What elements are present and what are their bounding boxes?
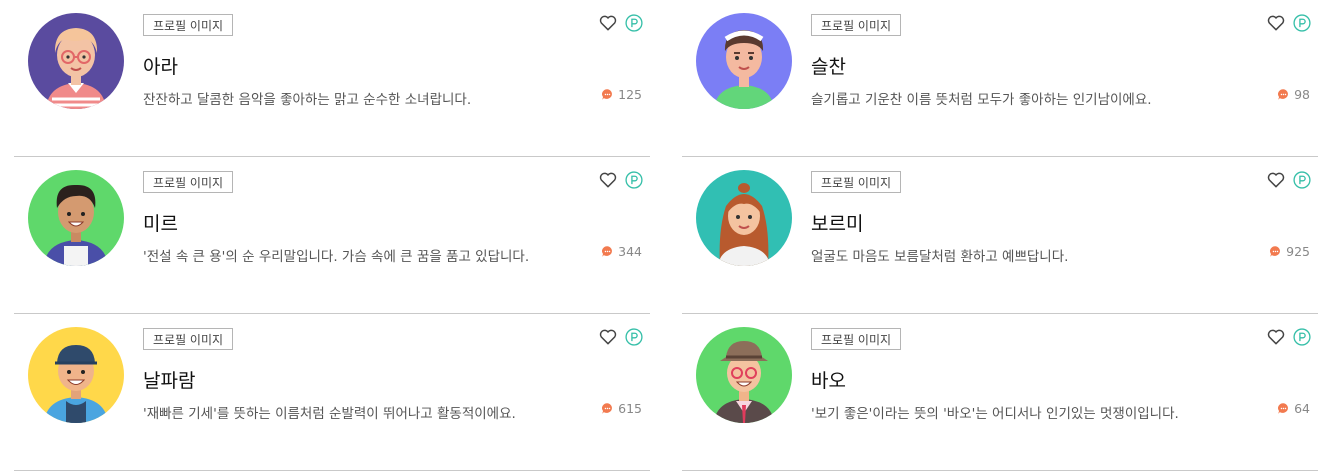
boy-cap-avatar-icon [28,327,124,423]
boy-headband-avatar-icon [696,13,792,109]
profile-card[interactable]: 프로필 이미지 보르미 얼굴도 마음도 보름달처럼 환하고 예쁘답니다. 925 [682,157,1318,314]
comment-count-label: 98 [1294,87,1310,102]
point-icon[interactable] [1292,327,1312,347]
comment-count-label: 344 [618,244,642,259]
profile-image-tag[interactable]: 프로필 이미지 [811,14,902,36]
profile-name: 날파람 [143,370,196,392]
comment-count[interactable]: 344 [601,244,642,259]
heart-icon[interactable] [1266,13,1286,33]
comment-icon [1278,403,1289,414]
avatar[interactable] [28,327,124,423]
avatar[interactable] [696,170,792,266]
comment-count-label: 125 [618,87,642,102]
comment-count-label: 615 [618,401,642,416]
profile-card[interactable]: 프로필 이미지 아라 잔잔하고 달콤한 음악을 좋아하는 맑고 순수한 소녀랍니… [14,0,650,157]
comment-count[interactable]: 98 [1277,87,1310,102]
man-hat-avatar-icon [696,327,792,423]
profile-image-tag[interactable]: 프로필 이미지 [143,171,234,193]
comment-count-label: 64 [1294,401,1310,416]
profile-description: 얼굴도 마음도 보름달처럼 환하고 예쁘답니다. [811,249,1069,265]
comment-icon [602,246,613,257]
profile-description: '보기 좋은'이라는 뜻의 '바오'는 어디서나 인기있는 멋쟁이입니다. [811,406,1179,422]
heart-icon[interactable] [1266,327,1286,347]
profile-grid: 프로필 이미지 아라 잔잔하고 달콤한 음악을 좋아하는 맑고 순수한 소녀랍니… [0,0,1334,471]
comment-icon [1270,246,1281,257]
girl-longhair-avatar-icon [696,170,792,266]
profile-name: 슬찬 [811,56,846,78]
comment-count[interactable]: 925 [1269,244,1310,259]
profile-image-tag[interactable]: 프로필 이미지 [811,328,902,350]
profile-name: 보르미 [811,213,864,235]
comment-icon [1278,89,1289,100]
profile-description: 잔잔하고 달콤한 음악을 좋아하는 맑고 순수한 소녀랍니다. [143,92,472,108]
profile-card[interactable]: 프로필 이미지 바오 '보기 좋은'이라는 뜻의 '바오'는 어디서나 인기있는… [682,314,1318,471]
profile-description: 슬기롭고 기운찬 이름 뜻처럼 모두가 좋아하는 인기남이에요. [811,92,1152,108]
heart-icon[interactable] [598,327,618,347]
girl-glasses-avatar-icon [28,13,124,109]
comment-icon [602,89,613,100]
point-icon[interactable] [1292,170,1312,190]
boy-hoodie-avatar-icon [28,170,124,266]
point-icon[interactable] [624,170,644,190]
point-icon[interactable] [624,327,644,347]
profile-card[interactable]: 프로필 이미지 슬찬 슬기롭고 기운찬 이름 뜻처럼 모두가 좋아하는 인기남이… [682,0,1318,157]
avatar[interactable] [696,327,792,423]
point-icon[interactable] [1292,13,1312,33]
avatar[interactable] [28,13,124,109]
avatar[interactable] [696,13,792,109]
avatar[interactable] [28,170,124,266]
profile-card[interactable]: 프로필 이미지 미르 '전설 속 큰 용'의 순 우리말입니다. 가슴 속에 큰… [14,157,650,314]
profile-description: '전설 속 큰 용'의 순 우리말입니다. 가슴 속에 큰 꿈을 품고 있답니다… [143,249,530,265]
profile-description: '재빠른 기세'를 뜻하는 이름처럼 순발력이 뛰어나고 활동적이에요. [143,406,516,422]
profile-image-tag[interactable]: 프로필 이미지 [143,328,234,350]
comment-icon [602,403,613,414]
profile-card[interactable]: 프로필 이미지 날파람 '재빠른 기세'를 뜻하는 이름처럼 순발력이 뛰어나고… [14,314,650,471]
heart-icon[interactable] [598,170,618,190]
profile-name: 아라 [143,56,178,78]
profile-image-tag[interactable]: 프로필 이미지 [811,171,902,193]
profile-image-tag[interactable]: 프로필 이미지 [143,14,234,36]
profile-name: 바오 [811,370,846,392]
heart-icon[interactable] [1266,170,1286,190]
heart-icon[interactable] [598,13,618,33]
point-icon[interactable] [624,13,644,33]
comment-count-label: 925 [1286,244,1310,259]
comment-count[interactable]: 615 [601,401,642,416]
profile-name: 미르 [143,213,178,235]
comment-count[interactable]: 125 [601,87,642,102]
comment-count[interactable]: 64 [1277,401,1310,416]
